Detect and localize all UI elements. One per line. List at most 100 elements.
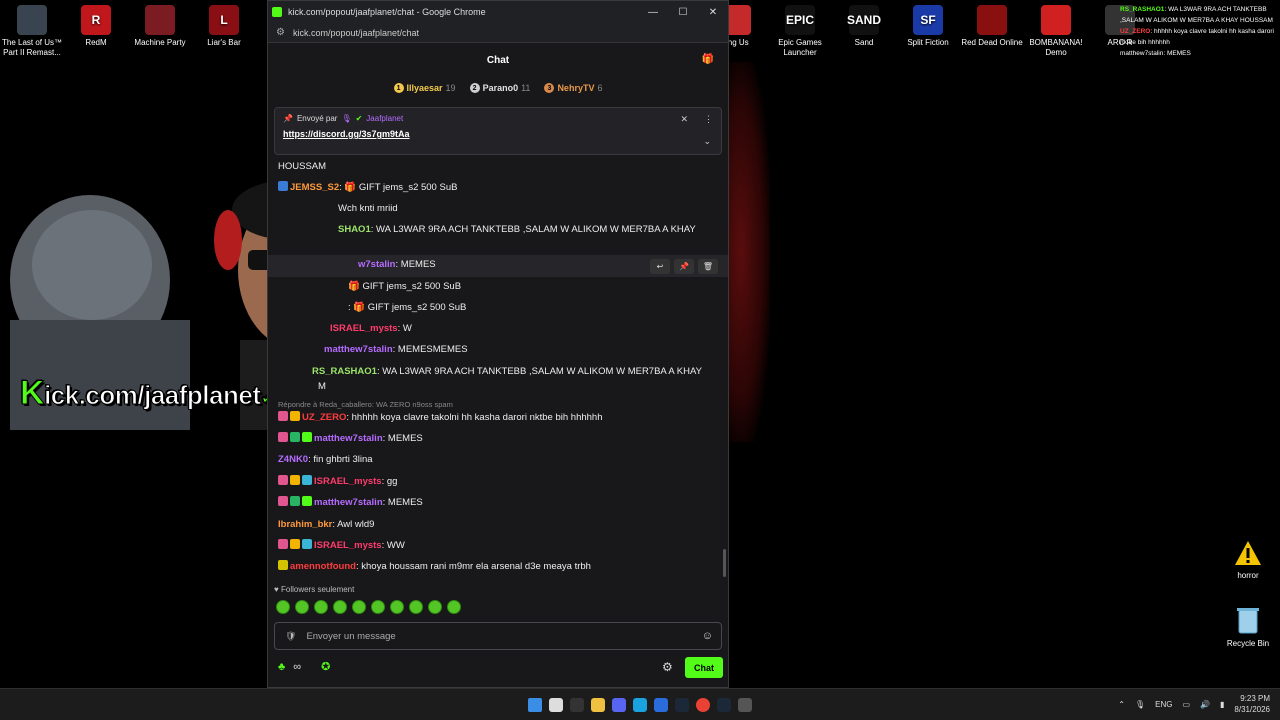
chat-message[interactable]: RS_RASHAO1: WA L3WAR 9RA ACH TANKTEBB ,S… [312, 365, 728, 379]
infinity-icon[interactable]: ∞ [293, 661, 301, 673]
emote-icon[interactable] [352, 600, 366, 614]
reply-reference[interactable]: Répondre à Reda_caballero: WA ZERO n9oss… [278, 400, 453, 409]
chat-message[interactable]: matthew7stalin: MEMES [278, 496, 708, 510]
chat-username[interactable]: ISRAEL_mysts [314, 540, 382, 551]
chat-username[interactable]: SHAO1 [338, 224, 371, 235]
edge-icon[interactable] [633, 698, 647, 712]
emote-icon[interactable] [390, 600, 404, 614]
emote-icon[interactable] [276, 600, 290, 614]
chat-message[interactable]: UZ_ZERO: hhhhh koya clavre takolni hh ka… [278, 411, 708, 425]
minimize-button[interactable]: — [638, 7, 668, 18]
close-button[interactable]: ✕ [698, 7, 728, 18]
chat-message[interactable]: ISRAEL_mysts: WW [278, 539, 708, 553]
user-badge-icon[interactable]: ♣ [278, 661, 285, 673]
steam-alt-icon[interactable] [717, 698, 731, 712]
gift-icon[interactable]: 🎁 [702, 54, 714, 65]
window-titlebar[interactable]: kick.com/popout/jaafplanet/chat - Google… [268, 1, 728, 23]
message-input[interactable] [306, 630, 702, 642]
send-chat-button[interactable]: Chat [685, 657, 723, 678]
desktop-icon[interactable]: The Last of Us™ Part II Remast... [0, 0, 64, 58]
desktop-icon[interactable]: L Liar's Bar [192, 0, 256, 48]
unpin-icon[interactable]: ✕ [680, 114, 688, 125]
volume-icon[interactable]: 🔊 [1200, 700, 1210, 709]
chat-message[interactable]: SHAO1: WA L3WAR 9RA ACH TANKTEBB ,SALAM … [338, 223, 728, 237]
chat-message[interactable]: amennotfound: khoya houssam rani m9mr el… [278, 560, 708, 574]
desktop-icon[interactable]: SF Split Fiction [896, 0, 960, 48]
obs-icon[interactable] [738, 698, 752, 712]
chat-username[interactable]: matthew7stalin [324, 344, 393, 355]
chat-message[interactable]: Z4NK0: fin ghbrti 3lina [278, 453, 708, 467]
chat-username[interactable]: ISRAEL_mysts [314, 476, 382, 487]
chat-username[interactable]: matthew7stalin [314, 433, 383, 444]
emote-icon[interactable] [428, 600, 442, 614]
store-icon[interactable] [654, 698, 668, 712]
chat-message[interactable]: matthew7stalin: MEMES [278, 432, 708, 446]
desktop-icon[interactable]: BOMBANANA! Demo [1024, 0, 1088, 58]
chat-username[interactable]: Ibrahim_bkr [278, 519, 332, 530]
pinned-message[interactable]: 📌 Envoyé par 🎙 ✔ Jaafplanet https://disc… [274, 107, 722, 155]
desktop-icon[interactable]: SAND Sand [832, 0, 896, 48]
steam-icon[interactable] [675, 698, 689, 712]
chat-message[interactable]: ISRAEL_mysts: W [330, 322, 728, 336]
desktop-icon[interactable]: EPIC Epic Games Launcher [768, 0, 832, 58]
desktop-icon-horror[interactable]: horror [1218, 540, 1278, 580]
battery-icon[interactable]: ▮ [1220, 700, 1224, 709]
language-indicator[interactable]: ENG [1155, 700, 1172, 709]
search-icon[interactable] [549, 698, 563, 712]
chat-username[interactable]: ISRAEL_mysts [330, 323, 398, 334]
chat-message[interactable]: matthew7stalin: MEMESMEMES [324, 343, 728, 357]
pinned-author[interactable]: Jaafplanet [366, 114, 403, 123]
chevron-down-icon[interactable]: ⌄ [703, 136, 711, 147]
task-view-icon[interactable] [570, 698, 584, 712]
discord-icon[interactable] [612, 698, 626, 712]
file-explorer-icon[interactable] [591, 698, 605, 712]
chat-username[interactable]: UZ_ZERO [302, 412, 346, 423]
leaderboard-entry[interactable]: 1 Illyaesar 19 [393, 83, 456, 93]
desktop-icon[interactable]: R RedM [64, 0, 128, 48]
site-settings-icon[interactable]: ⚙ [276, 27, 285, 38]
pinned-link[interactable]: https://discord.gg/3s7gm9tAa [283, 129, 713, 139]
leaderboard-entry[interactable]: 3 NehryTV 6 [544, 83, 602, 93]
start-icon[interactable] [528, 698, 542, 712]
chat-message[interactable]: Wch knti mriid [338, 202, 728, 216]
chat-username[interactable]: amennotfound [290, 561, 356, 572]
chat-scrollbar[interactable] [723, 549, 726, 577]
chevron-up-icon[interactable]: ⌃ [1118, 700, 1125, 709]
chat-settings-icon[interactable]: ⚙ [662, 660, 673, 674]
emote-icon[interactable] [314, 600, 328, 614]
emoji-picker-icon[interactable]: ☺ [702, 630, 713, 642]
chat-username[interactable]: Z4NK0 [278, 454, 308, 465]
emote-icon[interactable] [295, 600, 309, 614]
chat-message[interactable]: HOUSSAM [278, 160, 708, 174]
chat-message[interactable]: JEMSS_S2: 🎁 GIFT jems_s2 500 SuB [278, 181, 708, 195]
more-options-icon[interactable]: ⋮ [704, 114, 713, 125]
leaderboard-name: Parano0 [482, 83, 519, 93]
chat-message[interactable]: w7stalin: MEMES [358, 258, 728, 272]
desktop-icon-recycle-bin[interactable]: Recycle Bin [1218, 606, 1278, 648]
kick-points-icon[interactable]: ✪ [321, 660, 330, 673]
desktop-icon[interactable]: Machine Party [128, 0, 192, 48]
microphone-icon[interactable]: 🎙 [1135, 700, 1145, 709]
chat-message[interactable]: Ibrahim_bkr: Awl wld9 [278, 518, 708, 532]
chrome-icon[interactable] [696, 698, 710, 712]
emote-icon[interactable] [447, 600, 461, 614]
leaderboard-entry[interactable]: 2 Parano0 11 [469, 83, 530, 93]
chat-username[interactable]: w7stalin [358, 259, 396, 270]
emote-icon[interactable] [371, 600, 385, 614]
chat-message[interactable]: 🎁 GIFT jems_s2 500 SuB [348, 280, 728, 294]
maximize-button[interactable]: ☐ [668, 7, 698, 18]
user-badge-icon [302, 475, 312, 485]
address-bar[interactable]: ⚙ kick.com/popout/jaafplanet/chat [268, 23, 728, 43]
desktop-icon[interactable]: Red Dead Online [960, 0, 1024, 48]
clock[interactable]: 9:23 PM 8/31/2026 [1234, 693, 1270, 715]
chat-username[interactable]: matthew7stalin [314, 497, 383, 508]
emote-icon[interactable] [409, 600, 423, 614]
network-icon[interactable]: ▭ [1182, 700, 1190, 709]
chat-username[interactable]: RS_RASHAO1 [312, 366, 377, 377]
message-input-container[interactable]: 🛡 ☺ [274, 622, 722, 650]
chat-messages[interactable]: ↩ 📌 🗑 Répondre à Reda_caballero: WA ZERO… [268, 151, 728, 583]
chat-message[interactable]: : 🎁 GIFT jems_s2 500 SuB [348, 301, 728, 315]
chat-message[interactable]: ISRAEL_mysts: gg [278, 475, 708, 489]
chat-username[interactable]: JEMSS_S2 [290, 182, 339, 193]
emote-icon[interactable] [333, 600, 347, 614]
